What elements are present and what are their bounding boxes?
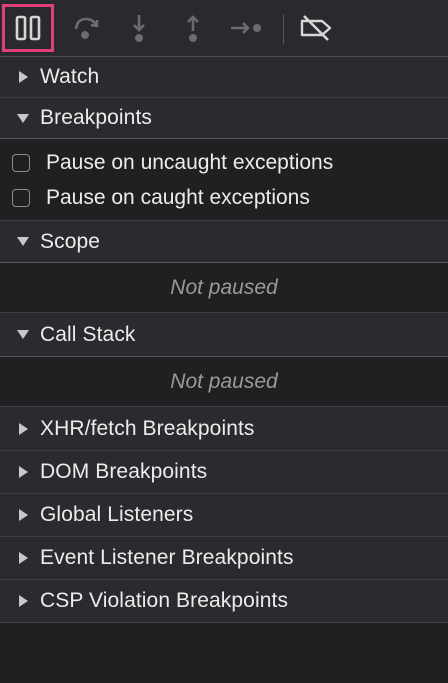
section-event-listener-breakpoints[interactable]: Event Listener Breakpoints <box>0 537 448 580</box>
section-call-stack[interactable]: Call Stack <box>0 313 448 357</box>
call-stack-empty-text: Not paused <box>170 369 278 393</box>
deactivate-breakpoints-button[interactable] <box>292 4 340 52</box>
step-over-button[interactable] <box>62 4 110 52</box>
pause-uncaught-option[interactable]: Pause on uncaught exceptions <box>0 145 448 180</box>
section-title: Breakpoints <box>40 106 152 129</box>
pause-uncaught-checkbox[interactable] <box>12 153 30 172</box>
section-title: Call Stack <box>40 322 136 346</box>
toolbar-separator <box>283 14 284 44</box>
call-stack-body: Not paused <box>0 357 448 407</box>
step-out-icon <box>187 15 199 42</box>
pause-uncaught-label: Pause on uncaught exceptions <box>46 150 334 174</box>
pause-caught-label: Pause on caught exceptions <box>46 185 310 209</box>
section-xhr-breakpoints[interactable]: XHR/fetch Breakpoints <box>0 407 448 451</box>
debugger-toolbar <box>0 0 448 57</box>
scope-empty-text: Not paused <box>170 275 278 299</box>
section-title: DOM Breakpoints <box>40 460 208 483</box>
deactivate-breakpoints-icon <box>300 15 332 41</box>
section-csp-violation-breakpoints[interactable]: CSP Violation Breakpoints <box>0 580 448 623</box>
section-title: CSP Violation Breakpoints <box>40 589 289 612</box>
section-dom-breakpoints[interactable]: DOM Breakpoints <box>0 451 448 494</box>
debugger-sidebar: Watch Breakpoints Pause on uncaught exce… <box>0 57 448 683</box>
collapse-arrow-icon <box>17 237 29 246</box>
step-over-icon <box>74 17 99 39</box>
step-button[interactable] <box>222 4 270 52</box>
step-into-icon <box>133 15 145 42</box>
section-scope[interactable]: Scope <box>0 221 448 263</box>
section-watch[interactable]: Watch <box>0 57 448 98</box>
scope-body: Not paused <box>0 263 448 313</box>
pause-button[interactable] <box>2 4 54 52</box>
section-breakpoints[interactable]: Breakpoints <box>0 98 448 139</box>
pause-icon <box>15 15 41 41</box>
section-title: XHR/fetch Breakpoints <box>40 416 255 440</box>
expand-arrow-icon <box>19 552 28 564</box>
collapse-arrow-icon <box>17 113 29 123</box>
pause-caught-option[interactable]: Pause on caught exceptions <box>0 180 448 215</box>
expand-arrow-icon <box>19 466 28 478</box>
step-into-button[interactable] <box>115 4 163 52</box>
empty-area <box>0 623 448 683</box>
collapse-arrow-icon <box>17 330 29 339</box>
breakpoints-body: Pause on uncaught exceptions Pause on ca… <box>0 139 448 221</box>
step-icon <box>231 22 261 34</box>
step-out-button[interactable] <box>169 4 217 52</box>
section-title: Event Listener Breakpoints <box>40 546 294 569</box>
pause-caught-checkbox[interactable] <box>12 188 30 207</box>
expand-arrow-icon <box>19 509 28 521</box>
expand-arrow-icon <box>19 71 28 83</box>
section-title: Watch <box>40 65 100 88</box>
expand-arrow-icon <box>19 595 28 607</box>
section-title: Scope <box>40 229 101 253</box>
expand-arrow-icon <box>19 422 28 435</box>
section-title: Global Listeners <box>40 503 194 526</box>
section-global-listeners[interactable]: Global Listeners <box>0 494 448 537</box>
